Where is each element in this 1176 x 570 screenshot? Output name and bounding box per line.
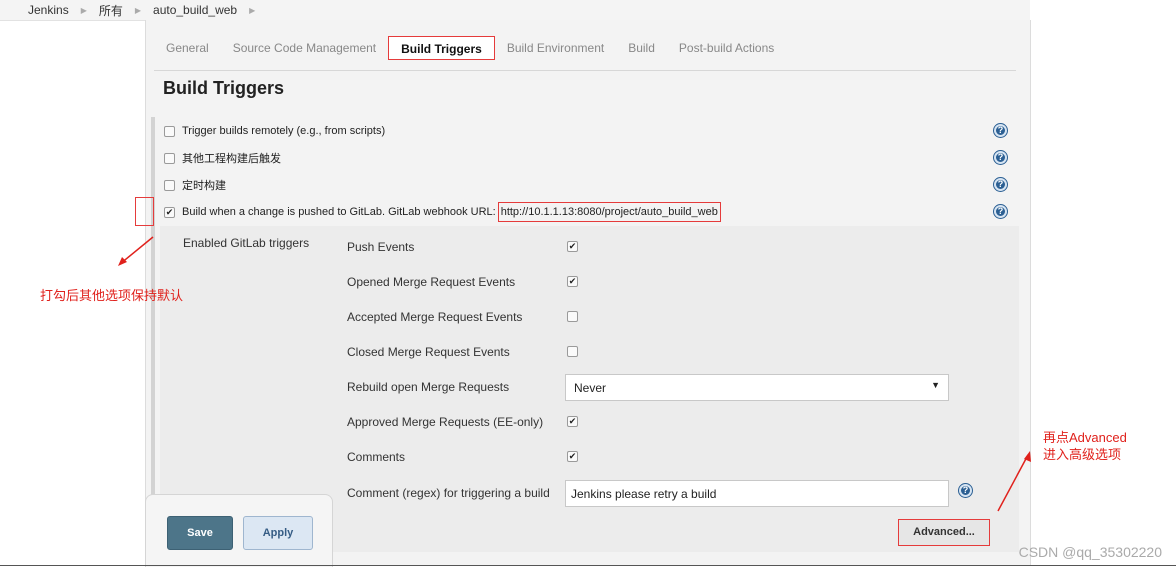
push-events-label: Push Events	[347, 240, 415, 254]
approved-mr-label: Approved Merge Requests (EE-only)	[347, 415, 544, 429]
rebuild-open-mr-value: Never	[574, 381, 607, 395]
csdn-watermark: CSDN @qq_35302220	[1018, 544, 1162, 560]
advanced-button[interactable]: Advanced...	[898, 519, 990, 546]
trigger-remote-label: Trigger builds remotely (e.g., from scri…	[182, 125, 386, 137]
rebuild-open-mr-select[interactable]: Never ▼	[565, 374, 949, 401]
closed-mr-events-label: Closed Merge Request Events	[347, 345, 510, 359]
breadcrumb-separator-icon[interactable]: ▶	[243, 6, 261, 15]
annotation-right-line1: 再点Advanced	[1043, 430, 1127, 445]
question-help-icon[interactable]: ?	[959, 484, 972, 497]
config-tabbar: General Source Code Management Build Tri…	[146, 28, 1026, 68]
question-help-icon[interactable]: ?	[994, 178, 1007, 191]
comments-checkbox[interactable]: ✔	[567, 451, 578, 462]
tab-general[interactable]: General	[146, 36, 221, 60]
trigger-after-other-row: 其他工程构建后触发	[164, 150, 281, 166]
trigger-after-other-checkbox[interactable]	[164, 152, 175, 164]
comments-label: Comments	[347, 450, 406, 464]
trigger-after-other-label: 其他工程构建后触发	[182, 153, 281, 165]
tab-source-code-management[interactable]: Source Code Management	[221, 36, 388, 60]
breadcrumb-separator-icon[interactable]: ▶	[75, 6, 93, 15]
enabled-gitlab-triggers-label: Enabled GitLab triggers	[183, 236, 310, 250]
trigger-gitlab-row: ✔ Build when a change is pushed to GitLa…	[164, 202, 721, 222]
approved-mr-checkbox[interactable]: ✔	[567, 416, 578, 427]
accepted-mr-events-label: Accepted Merge Request Events	[347, 310, 523, 324]
push-events-checkbox[interactable]: ✔	[567, 241, 578, 252]
breadcrumb-jenkins[interactable]: Jenkins	[0, 3, 75, 17]
trigger-periodic-row: 定时构建	[164, 177, 226, 193]
gitlab-webhook-url: http://10.1.1.13:8080/project/auto_build…	[497, 202, 721, 222]
apply-button[interactable]: Apply	[243, 516, 313, 550]
comment-regex-input[interactable]	[565, 480, 949, 507]
annotation-right-note: 再点Advanced 进入高级选项	[1043, 429, 1127, 463]
trigger-gitlab-label: Build when a change is pushed to GitLab.…	[182, 206, 496, 218]
accepted-mr-events-checkbox[interactable]	[567, 311, 578, 322]
save-button[interactable]: Save	[167, 516, 233, 550]
page-bottom-rule	[0, 565, 1176, 566]
opened-mr-events-checkbox[interactable]: ✔	[567, 276, 578, 287]
closed-mr-events-checkbox[interactable]	[567, 346, 578, 357]
section-title: Build Triggers	[163, 78, 285, 98]
annotation-right-line2: 进入高级选项	[1043, 447, 1122, 462]
tab-build[interactable]: Build	[616, 36, 667, 60]
tab-post-build-actions[interactable]: Post-build Actions	[667, 36, 786, 60]
opened-mr-events-label: Opened Merge Request Events	[347, 275, 516, 289]
question-help-icon[interactable]: ?	[994, 151, 1007, 164]
trigger-periodic-checkbox[interactable]	[164, 179, 175, 191]
question-help-icon[interactable]: ?	[994, 124, 1007, 137]
annotation-left-note: 打勾后其他选项保持默认	[40, 288, 184, 303]
trigger-remote-checkbox[interactable]	[164, 125, 175, 137]
rebuild-open-mr-label: Rebuild open Merge Requests	[347, 380, 510, 394]
breadcrumb-separator-icon[interactable]: ▶	[129, 6, 147, 15]
breadcrumb-project[interactable]: auto_build_web	[147, 3, 243, 17]
tab-build-environment[interactable]: Build Environment	[495, 36, 616, 60]
caret-down-icon: ▼	[931, 380, 940, 390]
annotation-arrow-left	[118, 236, 154, 266]
trigger-remote-row: Trigger builds remotely (e.g., from scri…	[164, 123, 385, 139]
tab-divider	[154, 70, 1016, 71]
annotation-checkbox-highlight	[135, 197, 154, 226]
trigger-gitlab-checkbox[interactable]: ✔	[164, 206, 175, 218]
tab-build-triggers[interactable]: Build Triggers	[388, 36, 495, 60]
annotation-arrow-right	[997, 451, 1031, 512]
breadcrumb: Jenkins ▶ 所有 ▶ auto_build_web ▶	[0, 0, 1030, 21]
comment-regex-label: Comment (regex) for triggering a build	[347, 486, 550, 500]
trigger-periodic-label: 定时构建	[182, 180, 226, 192]
breadcrumb-all[interactable]: 所有	[93, 2, 129, 19]
question-help-icon[interactable]: ?	[994, 205, 1007, 218]
